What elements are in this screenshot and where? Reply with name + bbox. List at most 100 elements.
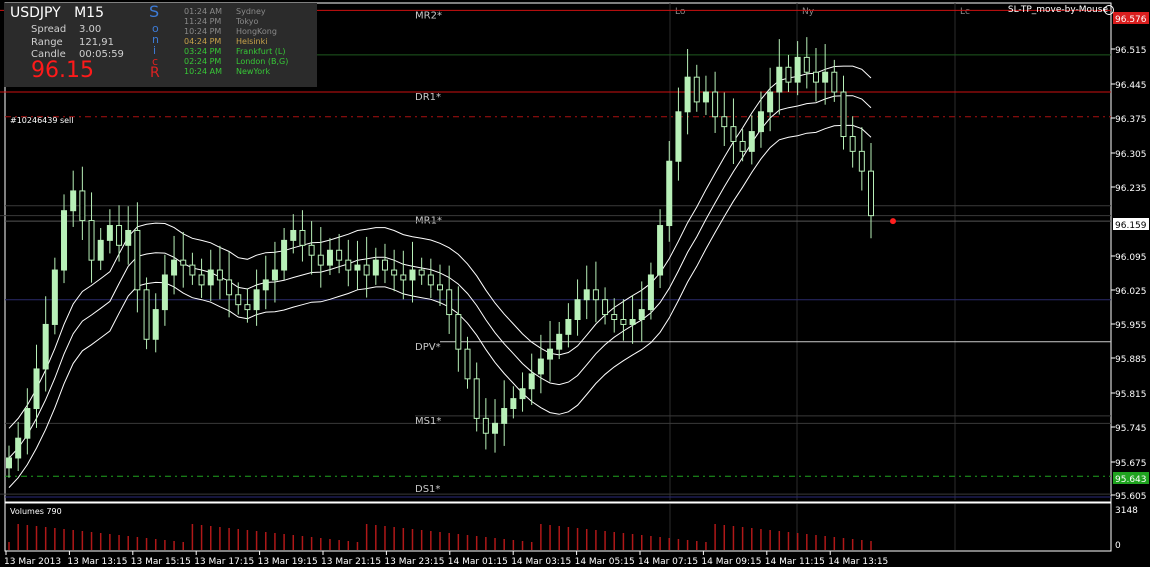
symbol-name: USDJPY: [10, 5, 61, 21]
candle-body: [6, 457, 12, 469]
candle-body: [602, 299, 609, 316]
candle-body: [565, 318, 572, 335]
candle-body: [537, 358, 544, 375]
volume-pane-frame: [4, 502, 1112, 552]
session-name: Helsinki: [236, 37, 268, 46]
candle-body: [152, 309, 159, 340]
order-label: #10246439 sell: [10, 116, 74, 125]
x-tick-label: 13 Mar 17:15: [194, 557, 254, 567]
volume-tick-label: 3148: [1115, 506, 1138, 516]
candle-body: [858, 150, 865, 172]
price-tag-text: 95.643: [1115, 475, 1147, 485]
candle-body: [437, 284, 443, 291]
candle-body: [79, 190, 86, 222]
candle-body: [33, 368, 40, 410]
candle-body: [666, 160, 673, 227]
candle-body: [492, 422, 499, 434]
candle-body: [629, 318, 636, 325]
session-time: 10:24 PM: [184, 27, 222, 36]
candle-body: [198, 274, 205, 286]
candle-body: [693, 76, 700, 103]
pivot-label: DPV*: [415, 342, 441, 353]
y-tick-label: 96.445: [1115, 81, 1147, 91]
candle-body: [803, 56, 810, 73]
x-tick-label: 13 Mar 2013: [4, 557, 61, 567]
candle-body: [776, 66, 783, 93]
y-tick-label: 96.025: [1115, 287, 1147, 297]
session-name: NewYork: [236, 67, 271, 76]
session-name: Sydney: [236, 7, 266, 16]
x-tick-label: 13 Mar 15:15: [131, 557, 191, 567]
axis-layer: 96.576 96.515 96.445 96.375 96.305 96.235 96.1…: [4, 12, 1149, 567]
candle-body: [207, 269, 214, 286]
symbol-title: USDJPY M15: [10, 5, 104, 21]
candle-body: [308, 244, 315, 256]
candle-body: [253, 289, 260, 311]
candle-body: [794, 56, 801, 83]
y-tick-label: 95.675: [1115, 459, 1147, 469]
pivot-label: DS1*: [415, 484, 440, 495]
candle-body: [684, 76, 691, 113]
session-time: 03:24 PM: [184, 47, 222, 56]
sonic-letter-s: S: [149, 2, 160, 21]
candle-body: [583, 289, 590, 301]
session-name: HongKong: [236, 27, 277, 36]
candle-body: [455, 314, 462, 350]
candle-body: [235, 294, 242, 306]
candle-body: [757, 111, 764, 133]
candle-body: [748, 131, 755, 152]
x-tick-label: 14 Mar 11:15: [765, 557, 825, 567]
candle-body: [70, 190, 77, 212]
candle-body: [216, 269, 223, 281]
candle-body: [675, 111, 682, 162]
y-tick-label: 96.305: [1115, 150, 1147, 160]
session-name: Tokyo: [236, 17, 259, 26]
candle-body: [528, 373, 535, 390]
y-tick-label: 96.095: [1115, 253, 1147, 263]
candle-body: [574, 299, 581, 320]
candle-layer: [6, 37, 896, 478]
candle-body: [226, 279, 233, 296]
range-row: Range 121,91: [31, 37, 114, 48]
session-time: 11:24 PM: [184, 17, 222, 26]
y-tick-label: 95.815: [1115, 390, 1147, 400]
candle-body: [510, 398, 517, 410]
current-price-big: 96.15: [31, 58, 94, 83]
candle-body: [125, 229, 132, 246]
candle-body: [290, 229, 297, 241]
candle-body: [592, 289, 599, 301]
candle-body: [354, 264, 361, 271]
candle-body: [271, 269, 278, 281]
candle-body: [372, 259, 379, 276]
price-tag-text: 96.576: [1115, 15, 1147, 25]
session-marker-label: Lo: [675, 7, 686, 17]
candle-body: [345, 259, 352, 271]
current-price-marker: [890, 218, 896, 225]
candle-body: [400, 274, 407, 281]
candle-body: [868, 170, 874, 217]
y-tick-label: 95.745: [1115, 424, 1147, 434]
x-tick-label: 13 Mar 23:15: [384, 557, 444, 567]
candle-body: [721, 116, 728, 128]
candle-body: [189, 264, 196, 276]
x-tick-label: 13 Mar 21:15: [321, 557, 381, 567]
candle-body: [51, 269, 58, 325]
candle-body: [620, 318, 627, 325]
session-time: 10:24 AM: [184, 67, 222, 76]
candle-body: [326, 249, 333, 266]
session-time: 04:24 PM: [184, 37, 222, 46]
candle-body: [831, 71, 838, 93]
candle-body: [171, 259, 178, 276]
session-name: Frankfurt (L): [236, 47, 286, 56]
volume-layer: [8, 524, 872, 550]
candle-body: [15, 437, 22, 459]
candle-body: [501, 408, 508, 424]
x-tick-label: 13 Mar 13:15: [67, 557, 127, 567]
candle-body: [336, 249, 343, 261]
session-time: 02:24 PM: [184, 57, 222, 66]
y-tick-label: 96.375: [1115, 115, 1147, 125]
pivot-label: MS1*: [415, 416, 441, 427]
x-tick-label: 14 Mar 01:15: [448, 557, 508, 567]
candle-body: [849, 136, 856, 152]
candle-body: [785, 66, 792, 83]
